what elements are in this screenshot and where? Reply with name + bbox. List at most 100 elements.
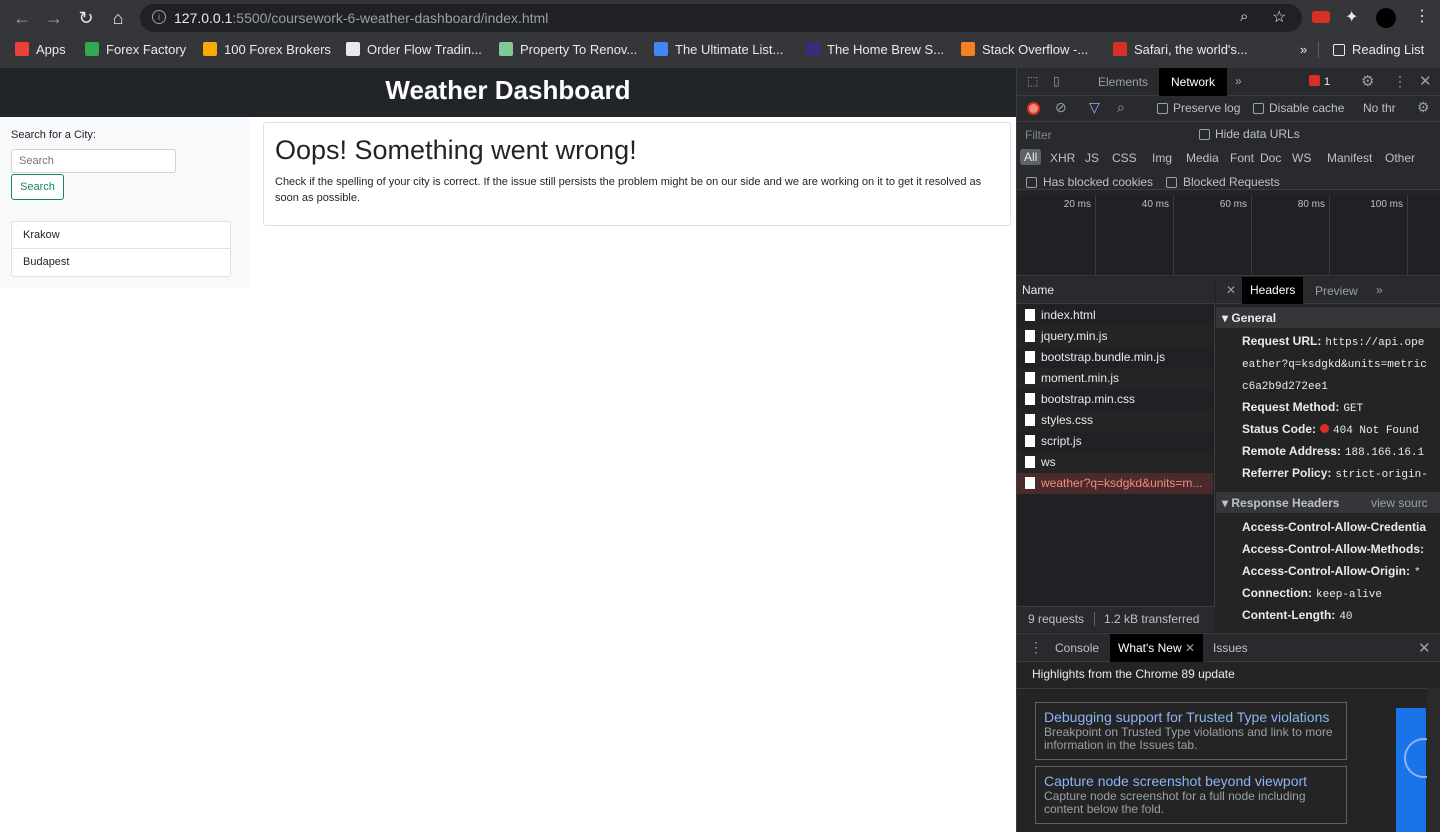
history-item[interactable]: Budapest [12,249,230,276]
request-row[interactable]: ws [1017,452,1213,473]
request-row[interactable]: bootstrap.min.css [1017,389,1213,410]
whats-new-item[interactable]: Debugging support for Trusted Type viola… [1035,702,1347,760]
filter-type-all[interactable]: All [1020,149,1042,165]
bookmark-item[interactable]: The Home Brew S... [806,40,944,60]
device-toolbar-icon[interactable]: ▯ [1053,74,1060,88]
close-tab-icon[interactable]: ✕ [1185,641,1195,655]
bookmark-item[interactable]: Safari, the world's... [1113,40,1248,60]
more-bookmarks-icon[interactable]: » [1300,40,1307,60]
search-button[interactable]: Search [11,174,64,200]
disable-cache-label: Disable cache [1269,101,1345,115]
devtools-menu-icon[interactable]: ⋮ [1393,73,1407,90]
drawer-menu-icon[interactable]: ⋮ [1029,639,1043,656]
request-row[interactable]: jquery.min.js [1017,326,1213,347]
blocked-cookies-checkbox[interactable] [1026,177,1037,188]
close-drawer-icon[interactable]: ✕ [1418,639,1431,657]
request-row[interactable]: moment.min.js [1017,368,1213,389]
network-settings-icon[interactable]: ⚙ [1417,99,1430,116]
error-badge[interactable]: 1 [1309,75,1337,89]
extensions-icon[interactable]: ✦ [1345,7,1358,27]
reload-icon[interactable]: ↻ [74,6,98,30]
star-icon[interactable]: ☆ [1272,7,1286,27]
record-icon[interactable] [1027,102,1040,115]
more-tabs-icon[interactable]: » [1235,74,1242,88]
whats-new-item-title[interactable]: Debugging support for Trusted Type viola… [1044,708,1338,726]
tab-elements[interactable]: Elements [1098,75,1148,89]
response-headers-header[interactable]: ▾ Response Headers view sourc [1216,492,1440,513]
search-icon[interactable]: ⌕ [1117,99,1125,116]
hide-data-urls-checkbox[interactable] [1199,129,1210,140]
bookmark-item[interactable]: The Ultimate List... [654,40,783,60]
header-row: Access-Control-Allow-Credentia [1242,520,1427,534]
bookmark-favicon-icon [499,42,513,56]
info-icon[interactable]: i [152,10,166,24]
filter-input[interactable]: Filter [1025,128,1183,142]
tab-network[interactable]: Network [1159,68,1228,96]
drawer-scrollbar[interactable] [1427,688,1440,832]
bookmark-item[interactable]: 100 Forex Brokers [203,40,331,60]
city-search-input[interactable] [11,149,176,173]
clear-icon[interactable]: ⊘ [1055,99,1067,116]
general-section-header[interactable]: ▾ General [1216,307,1440,328]
filter-type-other[interactable]: Other [1385,151,1415,165]
bookmark-item[interactable]: Apps [15,40,66,60]
request-row[interactable]: index.html [1017,305,1213,326]
filter-bar: Filter Hide data URLs All XHR JS CSS Img Medi… [1017,122,1440,190]
file-icon [1025,456,1035,468]
tab-whats-new[interactable]: What's New ✕ [1110,634,1204,662]
request-row[interactable]: weather?q=ksdgkd&units=m... [1017,473,1213,494]
back-icon[interactable]: ← [10,6,34,30]
reading-list-button[interactable]: Reading List [1333,40,1424,60]
forward-icon[interactable]: → [42,6,66,30]
filter-type-doc[interactable]: Doc [1260,151,1281,165]
request-row[interactable]: script.js [1017,431,1213,452]
tab-headers[interactable]: Headers [1242,277,1304,304]
timeline-gridline [1251,196,1252,276]
history-item[interactable]: Krakow [12,222,230,249]
request-row[interactable]: bootstrap.bundle.min.js [1017,347,1213,368]
tab-preview[interactable]: Preview [1315,284,1358,298]
header-row: Content-Length: 40 [1242,608,1353,623]
filter-type-manifest[interactable]: Manifest [1327,151,1372,165]
bookmark-item[interactable]: Stack Overflow -... [961,40,1088,60]
blocked-requests-checkbox[interactable] [1166,177,1177,188]
timeline-overview[interactable]: 20 ms 40 ms 60 ms 80 ms 100 ms [1017,196,1440,276]
file-icon [1025,393,1035,405]
name-column-header[interactable]: Name [1017,277,1215,304]
menu-icon[interactable]: ⋮ [1414,6,1430,26]
filter-type-font[interactable]: Font [1230,151,1254,165]
preserve-log-checkbox[interactable] [1157,103,1168,114]
bookmark-item[interactable]: Property To Renov... [499,40,637,60]
inspect-icon[interactable]: ⬚ [1027,74,1038,88]
close-devtools-icon[interactable]: ✕ [1419,72,1432,90]
network-toolbar: ⊘ ▽ ⌕ Preserve log Disable cache No thr … [1017,96,1440,122]
timeline-gridline [1407,196,1408,276]
throttling-select[interactable]: No thr [1363,101,1396,115]
whats-new-item-title[interactable]: Capture node screenshot beyond viewport [1044,772,1338,790]
home-icon[interactable]: ⌂ [106,6,130,30]
tab-issues[interactable]: Issues [1213,641,1248,655]
whats-new-item[interactable]: Capture node screenshot beyond viewport … [1035,766,1347,824]
close-details-icon[interactable]: ✕ [1226,283,1236,297]
bookmark-favicon-icon [85,42,99,56]
more-detail-tabs-icon[interactable]: » [1376,283,1383,297]
request-row[interactable]: styles.css [1017,410,1213,431]
filter-type-media[interactable]: Media [1186,151,1219,165]
filter-type-ws[interactable]: WS [1292,151,1311,165]
highlights-title: Highlights from the Chrome 89 update [1032,667,1235,681]
tab-console[interactable]: Console [1055,641,1099,655]
bookmark-item[interactable]: Forex Factory [85,40,186,60]
address-bar[interactable]: i 127.0.0.1:5500/coursework-6-weather-da… [140,4,1302,32]
filter-type-js[interactable]: JS [1085,151,1099,165]
extension-record-icon[interactable] [1312,11,1330,23]
filter-icon[interactable]: ▽ [1089,99,1100,116]
settings-icon[interactable]: ⚙ [1361,72,1374,90]
zoom-icon[interactable]: ⌕ [1240,8,1248,25]
filter-type-xhr[interactable]: XHR [1050,151,1075,165]
profile-avatar[interactable] [1376,8,1396,28]
filter-type-img[interactable]: Img [1152,151,1172,165]
disable-cache-checkbox[interactable] [1253,103,1264,114]
bookmark-item[interactable]: Order Flow Tradin... [346,40,482,60]
view-source-link[interactable]: view sourc [1371,496,1428,510]
filter-type-css[interactable]: CSS [1112,151,1137,165]
